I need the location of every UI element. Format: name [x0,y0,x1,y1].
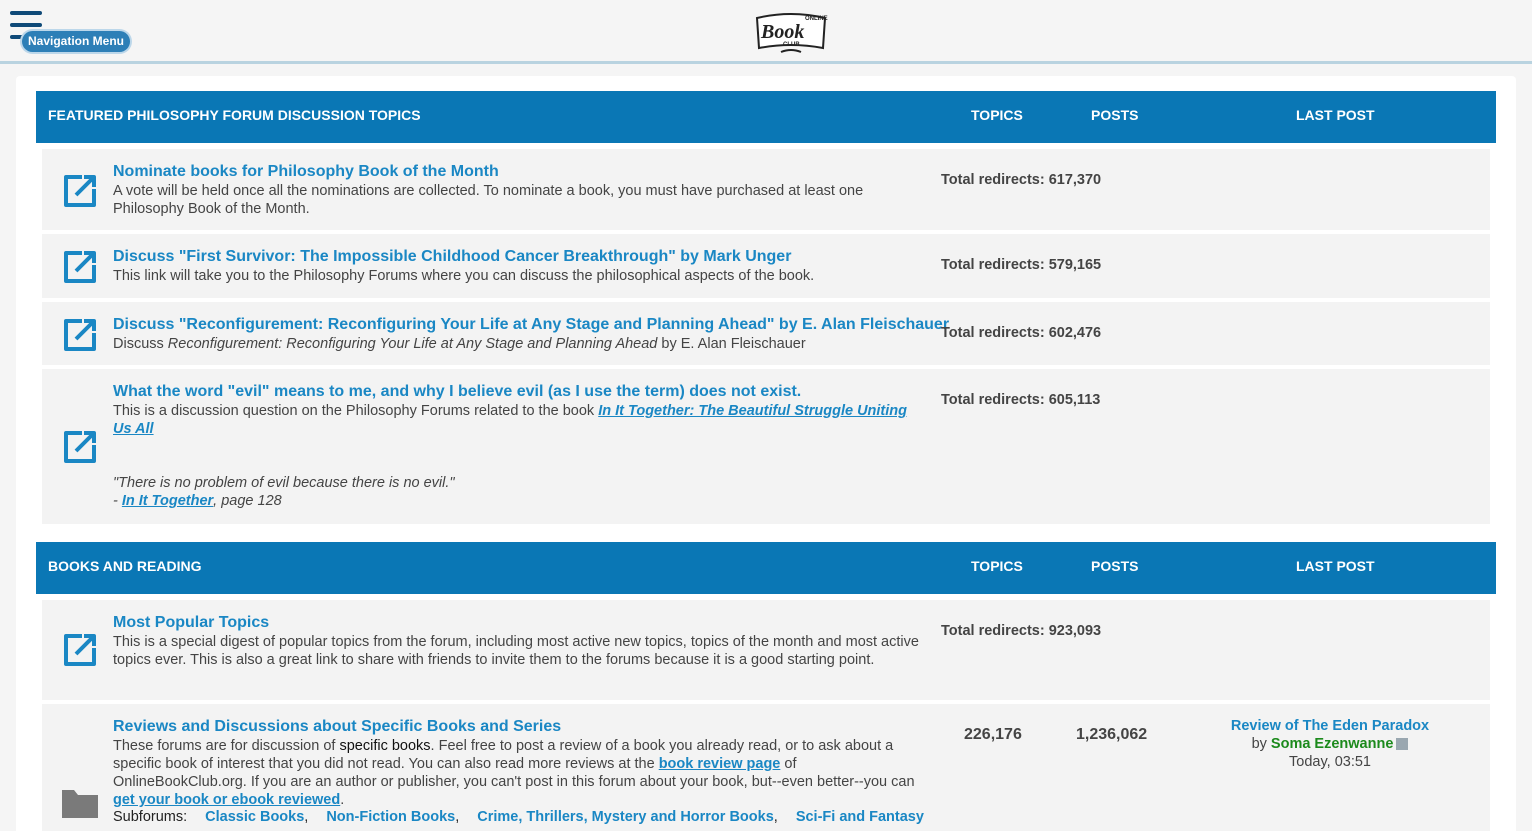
external-link-icon [64,319,96,351]
category-header-books-and-reading: BOOKS AND READING TOPICS POSTS LAST POST [36,542,1496,594]
last-post-author: by Soma Ezenwanne [1220,735,1440,753]
total-redirects: Total redirects: 605,113 [941,392,1101,408]
subforum-link[interactable]: Sci-Fi and Fantasy [796,809,924,825]
category-header-featured-philosophy: FEATURED PHILOSOPHY FORUM DISCUSSION TOP… [36,91,1496,143]
forum-row: Discuss "Reconfigurement: Reconfiguring … [42,302,1490,365]
forum-row: What the word "evil" means to me, and wh… [42,369,1490,524]
topics-count: 226,176 [964,726,1022,743]
forum-row: Most Popular Topics This is a special di… [42,600,1490,700]
total-redirects: Total redirects: 579,165 [941,257,1102,273]
forum-description: This is a discussion question on the Phi… [113,402,928,438]
quote-attribution: - In It Together, page 128 [113,493,282,509]
total-redirects: Total redirects: 923,093 [941,623,1102,639]
subforum-link[interactable]: Crime, Thrillers, Mystery and Horror Boo… [477,809,774,825]
subforum-link[interactable]: Classic Books [205,809,304,825]
desc-text: This is a discussion question on the Phi… [113,403,599,419]
forum-description: Discuss Reconfigurement: Reconfiguring Y… [113,335,928,353]
forum-title-link[interactable]: Reviews and Discussions about Specific B… [113,718,561,736]
online-book-club-logo[interactable]: ONLINE Book CLUB [751,8,831,56]
username-link[interactable]: Soma Ezenwanne [1271,736,1393,752]
quote-text: "There is no problem of evil because the… [113,475,455,491]
external-link-icon [64,251,96,283]
navigation-menu-button[interactable]: Navigation Menu [22,31,131,52]
forum-title-link[interactable]: Discuss "First Survivor: The Impossible … [113,248,791,266]
get-reviewed-link[interactable]: get your book or ebook reviewed [113,792,340,808]
column-header-posts: POSTS [1091,558,1139,574]
svg-text:Book: Book [760,21,804,43]
category-title[interactable]: BOOKS AND READING [48,558,202,574]
forum-quote: "There is no problem of evil because the… [113,474,928,510]
external-link-icon [64,431,96,463]
column-header-topics: TOPICS [971,558,1023,574]
go-to-post-icon[interactable] [1396,738,1409,751]
column-header-posts: POSTS [1091,107,1139,123]
posts-count: 1,236,062 [1076,726,1148,743]
forum-title-link[interactable]: What the word "evil" means to me, and wh… [113,383,801,401]
top-bar: Navigation Menu ONLINE Book CLUB [0,0,1532,64]
column-header-last-post: LAST POST [1296,107,1375,123]
last-post: Review of The Eden Paradox by Soma Ezenw… [1220,717,1440,771]
forum-description: A vote will be held once all the nominat… [113,183,864,217]
forum-description: These forums are for discussion of speci… [113,738,915,808]
last-post-time: Today, 03:51 [1289,754,1371,770]
column-header-last-post: LAST POST [1296,558,1375,574]
external-link-icon [64,175,96,207]
subforums-label: Subforums: [113,809,188,825]
book-review-page-link[interactable]: book review page [659,756,781,772]
total-redirects: Total redirects: 602,476 [941,325,1102,341]
folder-icon [62,790,98,818]
forum-title-link[interactable]: Discuss "Reconfigurement: Reconfiguring … [113,316,949,334]
forum-index: FEATURED PHILOSOPHY FORUM DISCUSSION TOP… [16,76,1516,831]
total-redirects: Total redirects: 617,370 [941,172,1102,188]
forum-row: Discuss "First Survivor: The Impossible … [42,234,1490,298]
subforum-link[interactable]: Non-Fiction Books [326,809,455,825]
forum-row: Nominate books for Philosophy Book of th… [42,149,1490,230]
forum-description: This is a special digest of popular topi… [113,634,919,668]
forum-description: This link will take you to the Philosoph… [113,268,815,284]
svg-text:ONLINE: ONLINE [805,16,828,22]
last-post-title-link[interactable]: Review of The Eden Paradox [1220,717,1440,735]
forum-title-link[interactable]: Nominate books for Philosophy Book of th… [113,163,499,181]
desc-text: by E. Alan Fleischauer [657,336,806,352]
desc-text: Discuss [113,336,168,352]
svg-text:CLUB: CLUB [783,42,800,48]
forum-row: Reviews and Discussions about Specific B… [42,704,1490,831]
quote-book-link[interactable]: In It Together [122,493,213,509]
forum-title-link[interactable]: Most Popular Topics [113,614,269,632]
category-title[interactable]: FEATURED PHILOSOPHY FORUM DISCUSSION TOP… [48,107,421,123]
subforums-list: Subforums: Classic Books, Non-Fiction Book… [113,809,924,825]
external-link-icon [64,634,96,666]
column-header-topics: TOPICS [971,107,1023,123]
book-title: Reconfigurement: Reconfiguring Your Life… [167,336,658,352]
